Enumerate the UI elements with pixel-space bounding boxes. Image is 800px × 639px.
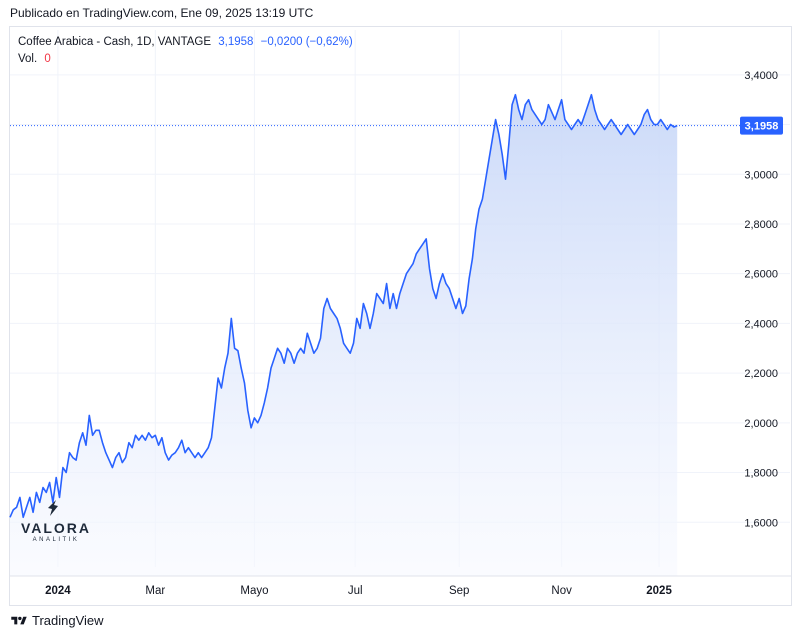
symbol-title[interactable]: Coffee Arabica - Cash, 1D, VANTAGE (18, 36, 211, 48)
volume-label[interactable]: Vol. (18, 53, 37, 65)
last-price-tag: 3,1958 (740, 116, 783, 135)
y-tick-label: 2,6000 (744, 269, 778, 281)
y-axis[interactable]: 1,6000 1,8000 2,0000 2,2000 2,4000 2,6000 2,80… (744, 70, 778, 529)
footer-brand[interactable]: TradingView (32, 613, 104, 628)
y-tick-label: 1,8000 (744, 468, 778, 480)
change-value: −0,0200 (−0,62%) (260, 36, 353, 48)
x-tick-label: Jul (348, 585, 363, 597)
price-tag-label: 3,1958 (745, 121, 779, 133)
chart-legend: Coffee Arabica - Cash, 1D, VANTAGE 3,195… (18, 34, 353, 68)
tradingview-logo-icon[interactable] (10, 615, 28, 627)
x-tick-label: 2024 (45, 585, 71, 597)
y-tick-label: 1,6000 (744, 517, 778, 529)
x-tick-label: Mayo (240, 585, 268, 597)
y-tick-label: 2,2000 (744, 368, 778, 380)
watermark-name: VALORA (21, 520, 91, 536)
x-tick-label: Mar (145, 585, 165, 597)
footer: TradingView (10, 613, 104, 628)
x-tick-label: Nov (551, 585, 572, 597)
y-tick-label: 3,4000 (744, 70, 778, 82)
y-tick-label: 3,0000 (744, 169, 778, 181)
watermark-sub: ANALITIK (33, 537, 80, 543)
volume-value: 0 (44, 53, 51, 65)
y-tick-label: 2,4000 (744, 318, 778, 330)
x-tick-label: 2025 (646, 585, 672, 597)
y-tick-label: 2,8000 (744, 219, 778, 231)
y-tick-label: 2,0000 (744, 418, 778, 430)
area-fill (10, 94, 678, 576)
x-tick-label: Sep (449, 585, 469, 597)
legend-row-volume: Vol. 0 (18, 51, 353, 68)
legend-row-symbol: Coffee Arabica - Cash, 1D, VANTAGE 3,195… (18, 34, 353, 51)
last-value: 3,1958 (218, 36, 254, 48)
area-layer (9, 93, 740, 576)
price-chart[interactable]: VALORA ANALITIK 1,6000 1,8000 2,0000 2,2000… (0, 0, 800, 639)
x-axis[interactable]: 2024 Mar Mayo Jul Sep Nov 2025 (10, 575, 792, 597)
